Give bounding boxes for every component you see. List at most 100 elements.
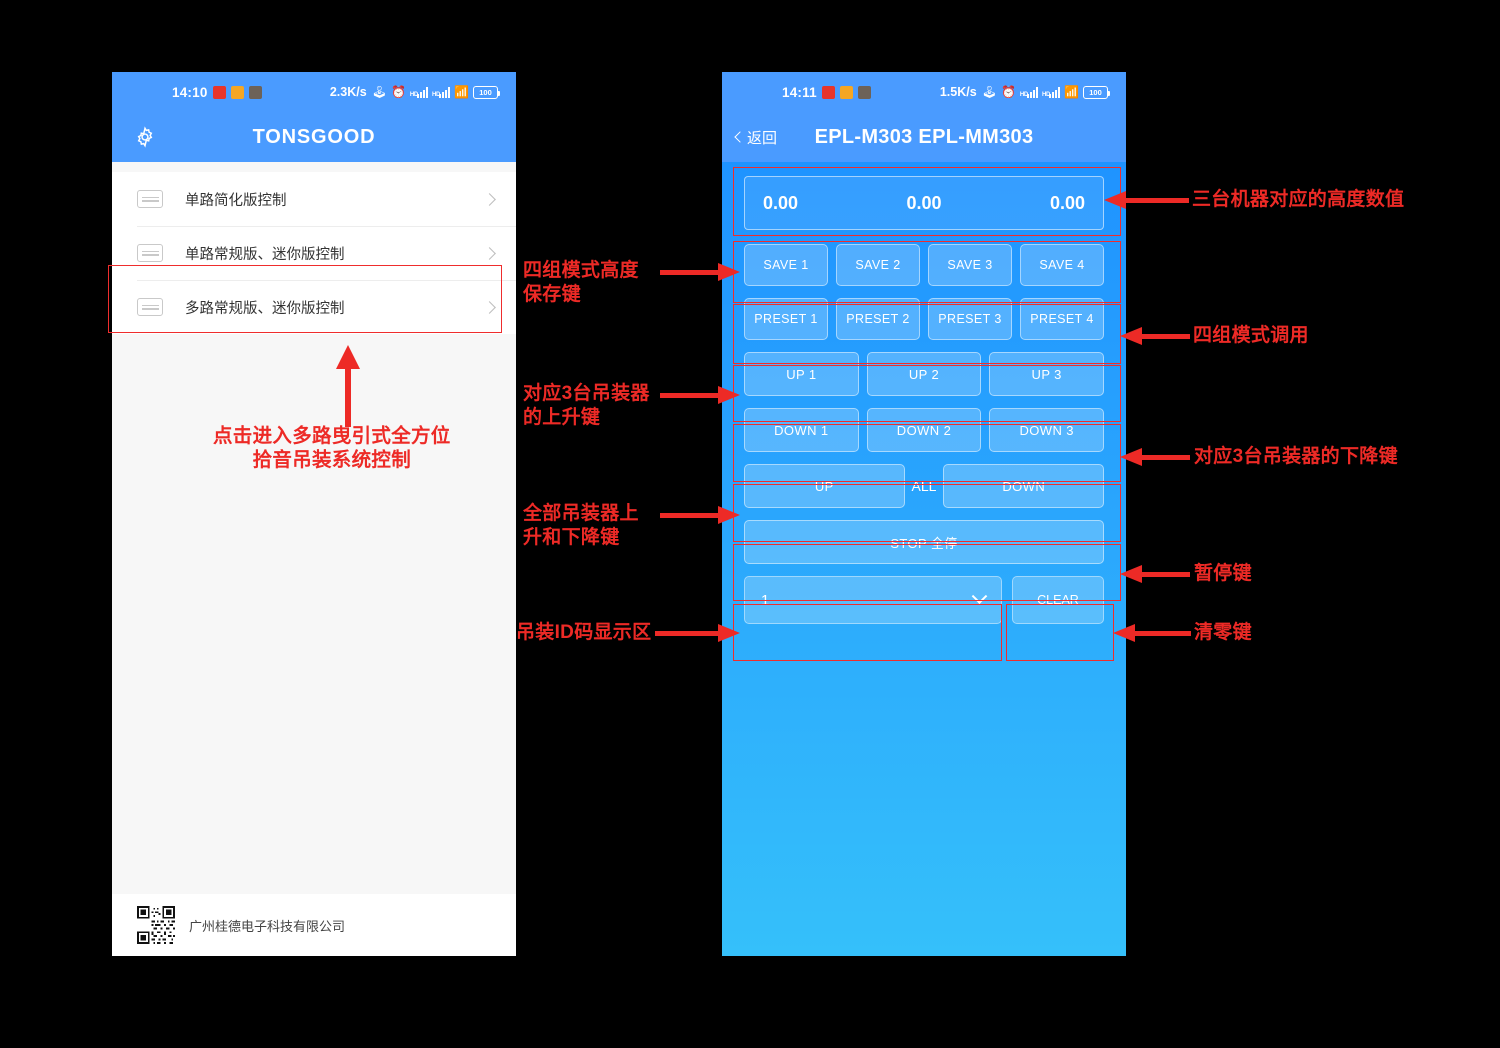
list-item-label: 单路简化版控制: [185, 192, 287, 209]
phone-right: 14:11 1.5K/s 🕹 ⏰ HD HD 📶 100 返回 EPL-M303…: [722, 72, 1126, 956]
annotation-text-down: 对应3台吊装器的下降键: [1194, 446, 1398, 467]
down-3-button[interactable]: DOWN 3: [989, 408, 1105, 452]
battery-icon: 100: [473, 85, 500, 99]
keyboard-icon: [137, 298, 163, 316]
all-label: ALL: [911, 478, 937, 494]
annotation-text-all: 全部吊装器上 升和下降键: [523, 503, 639, 548]
list-item-single-standard[interactable]: 单路常规版、迷你版控制: [112, 226, 516, 280]
up-1-button[interactable]: UP 1: [744, 352, 859, 396]
preset-button-row: PRESET 1 PRESET 2 PRESET 3 PRESET 4: [744, 298, 1104, 340]
annotation-text-up: 对应3台吊装器 的上升键: [523, 383, 650, 428]
battery-icon: 100: [1083, 85, 1110, 99]
back-button-label: 返回: [747, 129, 778, 147]
down-1-button[interactable]: DOWN 1: [744, 408, 859, 452]
list-item-label: 单路常规版、迷你版控制: [185, 246, 345, 263]
back-button[interactable]: 返回: [734, 127, 778, 148]
bluetooth-icon: 🕹: [981, 85, 997, 99]
status-bar-right: 14:11 1.5K/s 🕹 ⏰ HD HD 📶 100: [722, 72, 1126, 112]
clear-button[interactable]: CLEAR: [1012, 576, 1104, 624]
menu-list: 单路简化版控制 单路常规版、迷你版控制 多路常规版、迷你版控制 广州桂德电子科技…: [112, 162, 516, 956]
stop-button-row: STOP 全停: [744, 520, 1104, 564]
status-time: 14:10: [172, 84, 208, 100]
down-button-row: DOWN 1 DOWN 2 DOWN 3: [744, 408, 1105, 452]
footer-company: 广州桂德电子科技有限公司: [112, 894, 516, 956]
all-down-button[interactable]: DOWN: [943, 464, 1105, 508]
chevron-left-icon: [734, 131, 746, 143]
save-4-button[interactable]: SAVE 4: [1020, 244, 1104, 286]
orange-square-icon: [839, 85, 853, 99]
stop-button[interactable]: STOP 全停: [744, 520, 1104, 564]
status-bar-right-group: 1.5K/s 🕹 ⏰ HD HD 📶 100: [939, 85, 1110, 99]
hoist-id-value: 1: [761, 591, 770, 609]
height-value-3: 0.00: [1049, 192, 1085, 213]
chevron-right-icon: [483, 192, 496, 206]
annotation-text-id: 吊装ID码显示区: [516, 622, 652, 643]
menu-card: 单路简化版控制 单路常规版、迷你版控制 多路常规版、迷你版控制: [112, 172, 516, 334]
app-bar-right: 返回 EPL-M303 EPL-MM303: [722, 112, 1126, 162]
annotation-text-stop: 暂停键: [1194, 563, 1252, 584]
gray-square-icon: [248, 85, 262, 99]
save-button-row: SAVE 1 SAVE 2 SAVE 3 SAVE 4: [744, 244, 1104, 286]
page-title: TONSGOOD: [252, 125, 376, 148]
page-title: EPL-M303 EPL-MM303: [814, 125, 1034, 148]
hd-signal-icon-2: HD: [432, 86, 451, 98]
list-item-multi-standard[interactable]: 多路常规版、迷你版控制: [112, 280, 516, 334]
annotation-text-preset: 四组模式调用: [1193, 325, 1309, 346]
red-square-icon: [821, 85, 835, 99]
status-time: 14:11: [782, 84, 817, 100]
down-2-button[interactable]: DOWN 2: [866, 408, 982, 452]
hd-signal-icon-1: HD: [410, 86, 428, 98]
bluetooth-icon: 🕹: [371, 85, 387, 99]
save-2-button[interactable]: SAVE 2: [836, 244, 920, 286]
gray-square-icon: [857, 85, 871, 99]
annotation-arrow-menu-item: [336, 345, 360, 427]
network-speed: 1.5K/s: [939, 85, 977, 99]
hd-signal-icon-1: HD: [1020, 86, 1038, 98]
annotation-text-clear: 清零键: [1194, 622, 1252, 643]
preset-3-button[interactable]: PRESET 3: [928, 298, 1012, 340]
alarm-icon: ⏰: [1000, 85, 1016, 99]
qr-code-icon: [137, 906, 175, 944]
up-button-row: UP 1 UP 2 UP 3: [744, 352, 1105, 396]
height-value-2: 0.00: [906, 192, 942, 213]
network-speed: 2.3K/s: [329, 85, 367, 99]
status-bar-left-group: 14:11: [782, 85, 871, 100]
height-readout: 0.00 0.00 0.00: [744, 176, 1104, 230]
chevron-right-icon: [483, 246, 496, 260]
status-bar-left-group: 14:10: [172, 85, 262, 100]
annotation-text-save: 四组模式高度 保存键: [523, 260, 639, 305]
height-value-1: 0.00: [763, 192, 799, 213]
orange-square-icon: [230, 85, 244, 99]
chevron-down-icon: [971, 587, 988, 604]
annotation-text-menu-cta: 点击进入多路曳引式全方位 拾音吊装系统控制: [213, 425, 451, 472]
id-select-row: 1 CLEAR: [744, 576, 1104, 624]
keyboard-icon: [137, 190, 163, 208]
wifi-icon: 📶: [454, 85, 469, 99]
company-name: 广州桂德电子科技有限公司: [189, 918, 346, 934]
list-item-single-simple[interactable]: 单路简化版控制: [112, 172, 516, 226]
alarm-icon: ⏰: [390, 85, 406, 99]
all-button-row: UP ALL DOWN: [744, 464, 1105, 508]
hd-signal-icon-2: HD: [1042, 86, 1061, 98]
all-up-button[interactable]: UP: [744, 464, 905, 508]
hoist-id-select[interactable]: 1: [744, 576, 1002, 624]
preset-2-button[interactable]: PRESET 2: [836, 298, 920, 340]
wifi-icon: 📶: [1064, 85, 1079, 99]
preset-1-button[interactable]: PRESET 1: [744, 298, 828, 340]
save-1-button[interactable]: SAVE 1: [744, 244, 828, 286]
up-3-button[interactable]: UP 3: [989, 352, 1105, 396]
control-panel: 0.00 0.00 0.00 SAVE 1 SAVE 2 SAVE 3 SAVE…: [722, 162, 1126, 956]
keyboard-icon: [137, 244, 163, 262]
chevron-right-icon: [483, 300, 496, 314]
app-bar-left: TONSGOOD: [112, 112, 516, 162]
red-square-icon: [212, 85, 226, 99]
status-bar-left: 14:10 2.3K/s 🕹 ⏰ HD HD 📶 100: [112, 72, 516, 112]
up-2-button[interactable]: UP 2: [866, 352, 982, 396]
list-item-label: 多路常规版、迷你版控制: [185, 300, 345, 317]
save-3-button[interactable]: SAVE 3: [928, 244, 1012, 286]
phone-left: 14:10 2.3K/s 🕹 ⏰ HD HD 📶 100 TONSGOOD 单路…: [112, 72, 516, 956]
annotation-text-readout: 三台机器对应的高度数值: [1192, 189, 1405, 210]
gear-icon[interactable]: [134, 126, 156, 148]
status-bar-right-group: 2.3K/s 🕹 ⏰ HD HD 📶 100: [329, 85, 500, 99]
preset-4-button[interactable]: PRESET 4: [1020, 298, 1104, 340]
